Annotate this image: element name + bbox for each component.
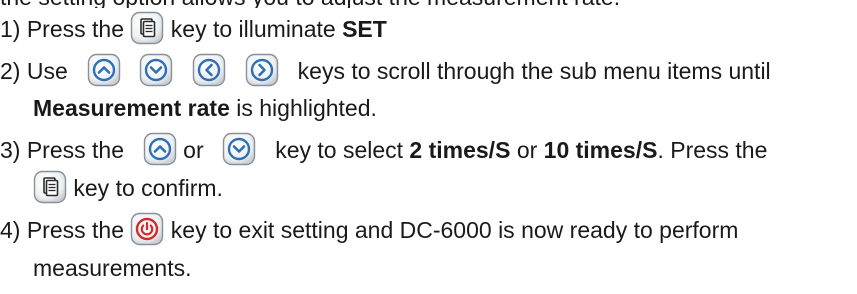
- right-arrow-key-icon: [245, 53, 279, 87]
- menu-key-icon: [33, 170, 67, 204]
- step-3-number: 3): [0, 137, 21, 163]
- step-2-after-keys: keys to scroll through the sub menu item…: [297, 58, 771, 84]
- step-3-key-to-select: key to select: [275, 137, 404, 163]
- step-4-continuation: measurements.: [33, 248, 192, 288]
- step-3-or-2: or: [516, 137, 538, 163]
- down-arrow-key-icon: [222, 132, 256, 166]
- step-3-period: .: [657, 137, 664, 163]
- step-4-number: 4): [0, 217, 21, 243]
- step-2-tail: is highlighted.: [236, 95, 377, 121]
- step-4: 4) Press the key to exit setting and DC-…: [0, 210, 738, 250]
- step-3-continuation: key to confirm.: [33, 168, 223, 208]
- step-3-or: or: [183, 137, 204, 163]
- step-4-tail: measurements.: [33, 255, 192, 281]
- step-2-continuation: Measurement rate is highlighted.: [33, 88, 377, 128]
- up-arrow-key-icon: [143, 132, 177, 166]
- step-4-after-key: key to exit setting and DC-6000 is now r…: [170, 217, 739, 243]
- up-arrow-key-icon: [87, 53, 121, 87]
- step-2: 2) Use keys to scroll through the sub me…: [0, 51, 771, 91]
- step-2-number: 2): [0, 58, 21, 84]
- step-4-press-the: Press the: [26, 217, 124, 243]
- step-3-option-1: 2 times/S: [409, 137, 511, 163]
- menu-key-icon: [130, 11, 164, 45]
- left-arrow-key-icon: [192, 53, 226, 87]
- step-3-press-the-2: Press the: [670, 137, 768, 163]
- step-1-press-the: Press the: [26, 16, 124, 42]
- step-1-number: 1): [0, 16, 21, 42]
- step-3-confirm: key to confirm.: [73, 175, 223, 201]
- step-1: 1) Press the key to illuminate SET: [0, 9, 387, 49]
- step-1-highlight: SET: [342, 16, 387, 42]
- step-3-option-2: 10 times/S: [543, 137, 658, 163]
- step-3: 3) Press the or key to select 2 times/S …: [0, 130, 767, 170]
- step-1-after-key: key to illuminate: [170, 16, 336, 42]
- step-2-use: Use: [26, 58, 68, 84]
- step-2-highlight: Measurement rate: [33, 95, 230, 121]
- cut-off-text-line: the setting option allows you to adjust …: [0, 0, 857, 8]
- power-key-icon: [130, 212, 164, 246]
- step-3-press-the: Press the: [26, 137, 124, 163]
- down-arrow-key-icon: [139, 53, 173, 87]
